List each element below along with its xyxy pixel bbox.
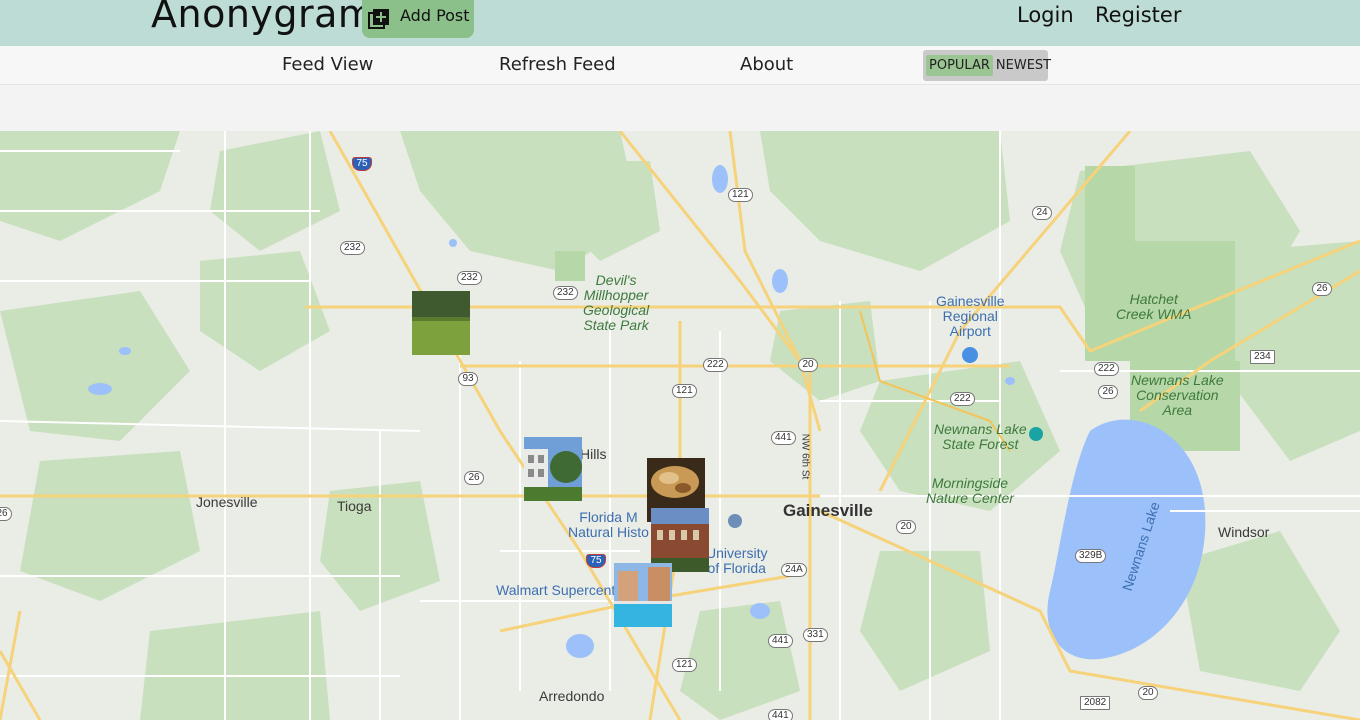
route-shield: 441 [771,431,796,445]
route-shield: 26 [1098,385,1118,399]
route-shield: 20 [798,358,818,372]
airport-icon[interactable] [962,347,978,363]
route-shield: 26 [464,471,484,485]
route-shield: 232 [340,241,365,255]
museum-icon[interactable] [728,514,742,528]
devils-millhopper-label: Devil's Millhopper Geological State Park [583,272,650,333]
park-icon[interactable] [1029,427,1043,441]
route-shield: 26 [1312,282,1332,296]
brand-logo[interactable]: Anonygram [151,0,375,36]
jonesville-label: Jonesville [196,494,258,510]
uf-label: University of Florida [706,545,768,576]
route-shield: 222 [703,358,728,372]
route-shield: 20 [1138,686,1158,700]
arredondo-label: Arredondo [539,688,605,704]
tioga-label: Tioga [337,498,372,514]
route-shield: 331 [803,628,828,642]
add-post-button[interactable]: Add Post [362,0,474,38]
route-shield: 2082 [1080,696,1111,710]
newnans-conservation-label: Newnans Lake Conservation Area [1131,372,1224,418]
walmart-label: Walmart Supercente [496,582,624,598]
route-shield: 222 [1094,362,1119,376]
post-thumbnail-pool[interactable] [614,563,672,627]
route-shield: 441 [768,634,793,648]
post-thumbnail-field[interactable] [412,291,470,355]
route-shield: 24 [1032,206,1052,220]
feed-view-link[interactable]: Feed View [282,54,373,75]
route-shield: 222 [950,392,975,406]
route-shield: 75 [586,554,606,568]
add-post-icon [368,8,390,30]
content-spacer [0,86,1360,131]
sort-newest-option[interactable]: NEWEST [993,55,1054,76]
register-link[interactable]: Register [1095,3,1181,27]
add-post-label: Add Post [400,5,470,25]
gainesville-label: Gainesville [783,501,873,520]
about-link[interactable]: About [740,54,793,75]
map-view[interactable]: Devil's Millhopper Geological State Park Ga… [0,131,1360,720]
post-thumbnail-building[interactable] [524,437,582,501]
map-base [0,131,1360,720]
hills-label: Hills [580,446,607,462]
nav-bar: Feed View Refresh Feed About [0,46,1360,85]
florida-museum-label: Florida M Natural Histo [568,509,649,540]
route-shield: 232 [553,286,578,300]
route-shield: 441 [768,709,793,720]
gainesville-airport-label: Gainesville Regional Airport [936,293,1005,339]
route-shield: 93 [458,372,478,386]
route-shield: 121 [672,384,697,398]
route-shield: 24A [781,563,807,577]
top-header: Anonygram Add Post Login Register [0,0,1360,46]
sort-popular-option[interactable]: POPULAR [926,55,993,76]
hatchet-creek-label: Hatchet Creek WMA [1116,291,1192,322]
login-link[interactable]: Login [1017,3,1074,27]
route-shield: 121 [728,188,753,202]
route-shield: 234 [1250,350,1275,364]
route-shield: 121 [672,658,697,672]
morningside-label: Morningside Nature Center [926,475,1014,506]
route-shield: 20 [896,520,916,534]
route-shield: 232 [457,271,482,285]
windsor-label: Windsor [1218,524,1270,540]
route-shield: 329B [1075,549,1107,563]
newnans-forest-label: Newnans Lake State Forest [934,421,1027,452]
route-shield: 75 [352,157,372,171]
sort-toggle: POPULAR NEWEST [923,50,1051,81]
refresh-feed-link[interactable]: Refresh Feed [499,54,616,75]
nw-6th-label: NW 6th St [799,433,811,480]
